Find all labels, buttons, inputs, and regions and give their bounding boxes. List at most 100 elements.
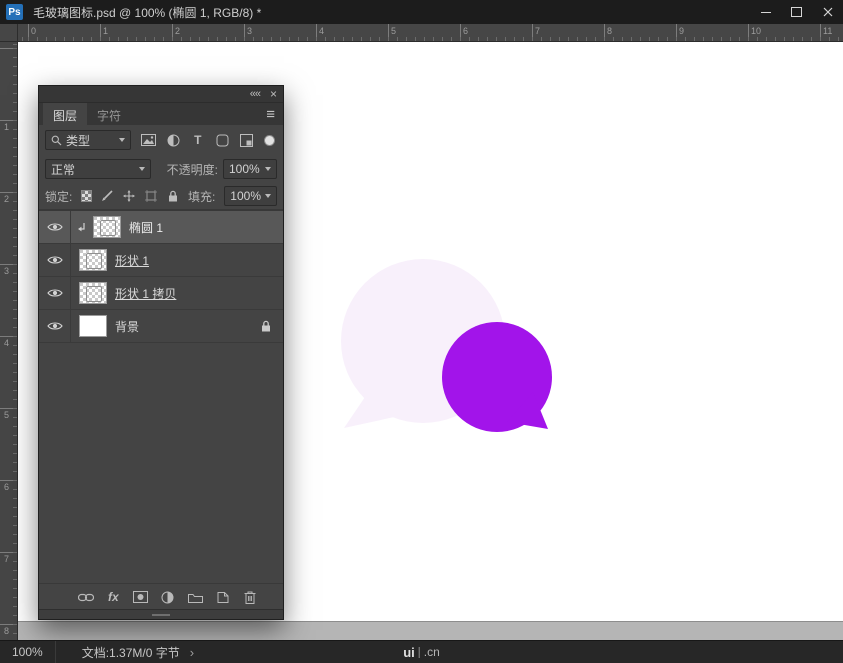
ruler-number: 7 xyxy=(535,26,540,36)
ruler-number: 6 xyxy=(463,26,468,36)
ruler-number: 5 xyxy=(391,26,396,36)
ruler-number: 4 xyxy=(319,26,324,36)
layer-row-shape-1[interactable]: 形状 1 xyxy=(39,244,283,277)
lock-label: 锁定: xyxy=(45,188,72,205)
zoom-level-field[interactable]: 100% xyxy=(0,641,56,663)
link-layers-button[interactable] xyxy=(77,588,95,606)
tab-layers[interactable]: 图层 xyxy=(43,103,87,125)
filter-type-layers-icon[interactable]: T xyxy=(191,133,206,148)
filter-toggle-switch[interactable] xyxy=(264,135,275,146)
ruler-number: 2 xyxy=(175,26,180,36)
ruler-number: 0 xyxy=(31,26,36,36)
search-icon xyxy=(51,135,62,146)
layer-thumbnail[interactable] xyxy=(93,216,121,238)
lock-row: 锁定: 填充: 100% xyxy=(39,183,283,210)
opacity-label: 不透明度: xyxy=(167,161,218,178)
ruler-number: 1 xyxy=(103,26,108,36)
chevron-down-icon xyxy=(265,194,271,198)
panel-toolbar: fx xyxy=(39,583,283,610)
watermark: ui .cn xyxy=(403,641,440,663)
ruler-minor-ticks xyxy=(13,42,17,640)
lock-image-brush-icon[interactable] xyxy=(101,189,114,204)
new-group-button[interactable] xyxy=(186,588,204,606)
chevron-down-icon xyxy=(119,138,125,142)
filter-pixel-layers-icon[interactable] xyxy=(141,133,156,148)
layer-name[interactable]: 形状 1 拷贝 xyxy=(115,285,176,302)
eye-icon xyxy=(47,321,63,331)
lock-position-move-icon[interactable] xyxy=(123,189,136,204)
ruler-number: 9 xyxy=(679,26,684,36)
grip-handle xyxy=(152,614,170,616)
new-layer-button[interactable] xyxy=(214,588,232,606)
lock-transparency-icon[interactable] xyxy=(81,190,92,202)
ruler-number: 7 xyxy=(4,554,9,564)
ruler-number: 2 xyxy=(4,194,9,204)
close-icon xyxy=(823,7,833,17)
status-menu-chevron-icon[interactable]: › xyxy=(190,645,194,660)
vertical-ruler[interactable]: 1 2 3 4 5 6 7 8 xyxy=(0,42,18,640)
watermark-suffix: .cn xyxy=(424,645,440,659)
filter-type-dropdown[interactable]: 类型 xyxy=(45,130,131,150)
eye-icon xyxy=(47,222,63,232)
visibility-toggle[interactable] xyxy=(39,277,71,309)
layer-thumbnail[interactable] xyxy=(79,282,107,304)
layer-name[interactable]: 背景 xyxy=(115,318,139,335)
ruler-number: 10 xyxy=(751,26,761,36)
visibility-toggle[interactable] xyxy=(39,211,71,243)
status-bar: 100% 文档:1.37M/0 字节 › ui .cn xyxy=(0,640,843,663)
layer-row-shape-1-copy[interactable]: 形状 1 拷贝 xyxy=(39,277,283,310)
layer-row-background[interactable]: 背景 xyxy=(39,310,283,343)
ruler-number: 6 xyxy=(4,482,9,492)
ruler-number: 8 xyxy=(607,26,612,36)
close-button[interactable] xyxy=(812,0,843,24)
new-layer-icon xyxy=(217,591,229,604)
panel-resize-grip[interactable] xyxy=(39,609,283,619)
blend-mode-dropdown[interactable]: 正常 xyxy=(45,159,151,179)
vector-shape-preview xyxy=(86,253,102,269)
fill-dropdown[interactable]: 100% xyxy=(224,186,277,206)
layer-name[interactable]: 形状 1 xyxy=(115,252,149,269)
tab-character[interactable]: 字符 xyxy=(87,103,131,125)
blend-mode-value: 正常 xyxy=(51,161,75,178)
filter-smart-objects-icon[interactable] xyxy=(240,133,255,148)
layer-name[interactable]: 椭圆 1 xyxy=(129,219,163,236)
panel-tabbar: 图层 字符 ≡ xyxy=(39,103,283,125)
minimize-button[interactable] xyxy=(750,0,781,24)
layer-row-ellipse-1[interactable]: 椭圆 1 xyxy=(39,211,283,244)
close-panel-icon[interactable]: × xyxy=(270,88,277,100)
layers-panel: «« × 图层 字符 ≡ 类型 T 正常 xyxy=(38,85,284,620)
ruler-corner[interactable] xyxy=(0,24,18,42)
filter-adjustment-layers-icon[interactable] xyxy=(166,133,181,148)
panel-menu-icon[interactable]: ≡ xyxy=(266,106,275,123)
opacity-dropdown[interactable]: 100% xyxy=(223,159,277,179)
lock-artboard-icon[interactable] xyxy=(144,189,157,204)
maximize-button[interactable] xyxy=(781,0,812,24)
visibility-toggle[interactable] xyxy=(39,310,71,342)
watermark-divider xyxy=(419,647,420,658)
layer-filter-row: 类型 T xyxy=(39,125,283,155)
photoshop-app-icon: Ps xyxy=(6,4,23,20)
eye-icon xyxy=(47,255,63,265)
opacity-value: 100% xyxy=(229,162,260,176)
blend-mode-row: 正常 不透明度: 100% xyxy=(39,155,283,183)
eye-icon xyxy=(47,288,63,298)
watermark-brand: ui xyxy=(403,645,415,660)
visibility-toggle[interactable] xyxy=(39,244,71,276)
horizontal-ruler[interactable]: 0 1 2 3 4 5 6 7 8 9 10 11 xyxy=(18,24,843,42)
background-lock-icon xyxy=(261,320,271,332)
add-layer-mask-button[interactable] xyxy=(132,588,150,606)
ruler-number: 4 xyxy=(4,338,9,348)
speech-bubble-purple xyxy=(442,322,552,432)
filter-shape-layers-icon[interactable] xyxy=(215,133,230,148)
vector-shape-preview xyxy=(86,286,102,302)
layer-thumbnail[interactable] xyxy=(79,315,107,337)
delete-layer-button[interactable] xyxy=(241,588,259,606)
layer-style-button[interactable]: fx xyxy=(104,588,122,606)
window-title: 毛玻璃图标.psd @ 100% (椭圆 1, RGB/8) * xyxy=(33,4,750,21)
adjustment-layer-button[interactable] xyxy=(159,588,177,606)
ruler-minor-ticks xyxy=(18,37,843,41)
collapse-panel-icon[interactable]: «« xyxy=(250,89,260,100)
chevron-down-icon xyxy=(265,167,271,171)
lock-all-icon[interactable] xyxy=(166,189,179,204)
layer-thumbnail[interactable] xyxy=(79,249,107,271)
